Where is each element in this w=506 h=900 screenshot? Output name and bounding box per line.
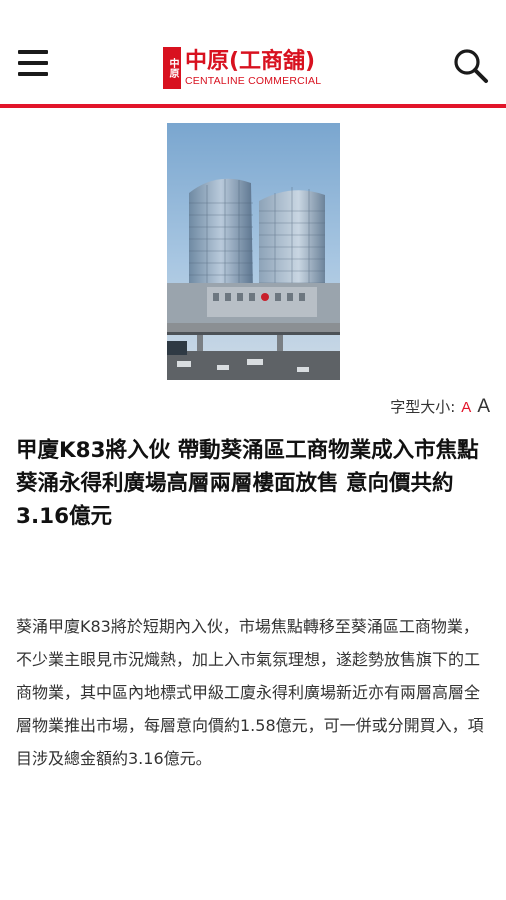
search-button[interactable] xyxy=(452,47,490,85)
centaline-logo[interactable]: 中原 中原(工商舖) CENTALINE COMMERCIAL xyxy=(163,46,321,90)
font-size-small-button[interactable]: A xyxy=(461,399,471,416)
logo-seal-text: 中原 xyxy=(167,58,178,78)
article-body: 葵涌甲廈K83將於短期內入伙，市場焦點轉移至葵涌區工商物業，不少業主眼見市況熾熱… xyxy=(16,617,484,768)
logo-chinese-name: 中原(工商舖) xyxy=(185,49,316,74)
app-header: 中原 中原(工商舖) CENTALINE COMMERCIAL xyxy=(0,0,506,108)
hamburger-menu-button[interactable] xyxy=(18,50,48,76)
logo-text: 中原(工商舖) CENTALINE COMMERCIAL xyxy=(185,49,321,87)
font-size-control: 字型大小: A A xyxy=(390,396,490,418)
font-size-label: 字型大小: xyxy=(390,398,456,416)
menu-bar xyxy=(18,72,48,76)
search-icon xyxy=(454,49,488,83)
article-title: 甲廈K83將入伙 帶動葵涌區工商物業成入市焦點 葵涌永得利廣場高層兩層樓面放售 … xyxy=(16,438,479,529)
menu-bar xyxy=(18,50,48,54)
font-size-large-button[interactable]: A xyxy=(477,396,490,418)
article-image xyxy=(167,123,340,380)
menu-bar xyxy=(18,61,48,65)
building-photo xyxy=(167,123,340,380)
logo-english-name: CENTALINE COMMERCIAL xyxy=(185,75,322,87)
logo-seal-icon: 中原 xyxy=(163,47,181,89)
